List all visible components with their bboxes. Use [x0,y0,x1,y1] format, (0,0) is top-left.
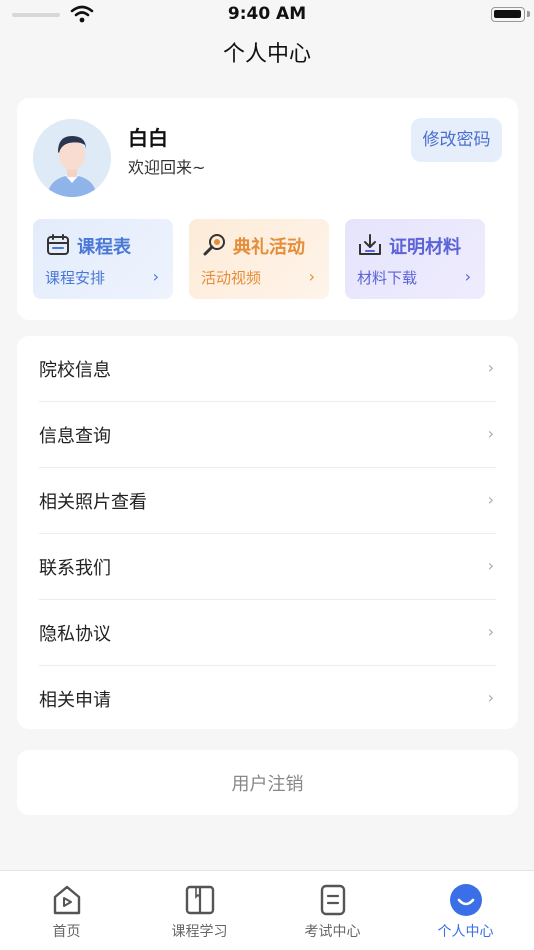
menu-label: 相关申请 [39,690,111,711]
chevron-right-icon: › [487,556,494,575]
tab-bar: 首页 课程学习 考试中心 个人中心 [0,870,534,950]
battery-icon [491,7,525,22]
change-password-button[interactable]: 修改密码 [411,118,502,162]
tab-profile[interactable]: 个人中心 [399,871,532,950]
tab-exam[interactable]: 考试中心 [266,871,399,950]
menu-label: 院校信息 [39,360,111,381]
battery-cap [527,11,530,17]
shortcut-title: 课程表 [77,237,131,258]
profile-icon [449,884,482,916]
chevron-right-icon: › [487,358,494,377]
book-icon [185,885,214,915]
tab-label: 考试中心 [304,924,361,940]
shortcut-ceremony[interactable]: 典礼活动 活动视频 › [189,219,329,299]
avatar-illustration-icon [33,119,111,197]
download-icon [359,234,381,255]
logout-label: 用户注销 [231,774,304,795]
menu-label: 联系我们 [39,558,111,579]
page-title: 个人中心 [222,42,311,67]
tab-label: 首页 [52,924,81,940]
tab-home[interactable]: 首页 [0,871,133,950]
shortcut-schedule[interactable]: 课程表 课程安排 › [33,219,173,299]
menu-label: 隐私协议 [39,624,111,645]
menu-item-photos[interactable]: 相关照片查看 › [39,468,496,534]
chevron-right-icon: › [487,688,494,707]
microphone-icon [203,234,225,256]
menu-card: 院校信息 › 信息查询 › 相关照片查看 › 联系我们 › 隐私协议 › 相关申… [17,336,518,729]
menu-item-application[interactable]: 相关申请 › [39,666,496,732]
menu-label: 信息查询 [39,426,111,447]
menu-label: 相关照片查看 [39,492,147,513]
shortcut-title: 典礼活动 [233,237,305,258]
menu-item-school-info[interactable]: 院校信息 › [39,336,496,402]
profile-card: 白白 欢迎回来~ 修改密码 课程表 课程安排 › 典礼活动 活动视频 › 证明材… [17,98,518,320]
tab-course[interactable]: 课程学习 [133,871,266,950]
home-icon [53,885,80,915]
shortcut-subtitle: 活动视频 [201,269,262,287]
menu-item-contact[interactable]: 联系我们 › [39,534,496,600]
chevron-right-icon: › [487,622,494,641]
tab-label: 课程学习 [171,924,228,940]
exam-icon [320,884,345,916]
user-name: 白白 [128,126,168,150]
shortcut-subtitle: 课程安排 [45,269,106,287]
shortcut-subtitle: 材料下载 [357,269,418,287]
chevron-right-icon: › [152,267,159,286]
avatar[interactable] [33,119,111,197]
welcome-text: 欢迎回来~ [128,158,206,177]
chevron-right-icon: › [487,490,494,509]
status-time: 9:40 AM [227,4,307,24]
chevron-right-icon: › [308,267,315,286]
menu-item-info-query[interactable]: 信息查询 › [39,402,496,468]
menu-item-privacy[interactable]: 隐私协议 › [39,600,496,666]
chevron-right-icon: › [487,424,494,443]
chevron-right-icon: › [464,267,471,286]
shortcut-title: 证明材料 [389,237,461,258]
calendar-icon [47,234,69,255]
status-bar: 9:40 AM [0,0,534,30]
tab-label: 个人中心 [437,924,494,940]
shortcut-certificate[interactable]: 证明材料 材料下载 › [345,219,485,299]
logout-button[interactable]: 用户注销 [17,750,518,815]
